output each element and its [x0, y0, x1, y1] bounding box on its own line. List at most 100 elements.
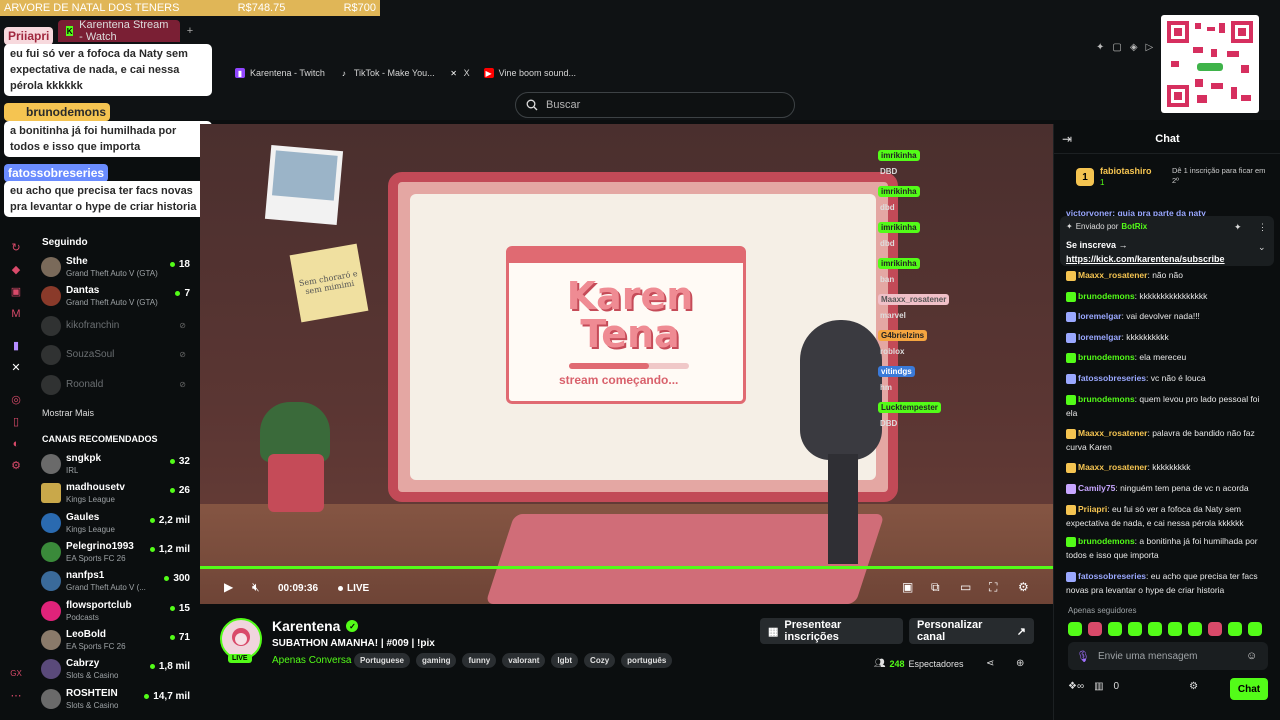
- emote-icon[interactable]: [1128, 622, 1142, 636]
- chat-send-button[interactable]: Chat: [1230, 678, 1268, 700]
- sidebar-item-gaules[interactable]: Gaules Kings League 2,2 mil: [40, 510, 192, 538]
- customize-channel-button[interactable]: Personalizar canal ↗: [909, 618, 1034, 644]
- chat-settings-icon[interactable]: ⚙: [1189, 681, 1198, 692]
- chat-username[interactable]: loremelgar: [1078, 332, 1121, 342]
- tag[interactable]: português: [621, 653, 673, 668]
- streamer-name[interactable]: Karentena ✓: [272, 618, 359, 634]
- chat-username[interactable]: Maaxx_rosatener: [1078, 462, 1147, 472]
- tag[interactable]: Cozy: [584, 653, 616, 668]
- search-input[interactable]: [546, 99, 776, 111]
- emote-icon[interactable]: [1248, 622, 1262, 636]
- miniplayer-icon[interactable]: ▣: [902, 580, 913, 594]
- emote-icon[interactable]: [1208, 622, 1222, 636]
- tab-karentena-stream[interactable]: K Karentena Stream - Watch: [58, 19, 180, 43]
- chat-username[interactable]: brunodemons: [1078, 352, 1135, 362]
- emoji-icon[interactable]: ☺: [1246, 650, 1257, 662]
- target-icon[interactable]: ◎: [10, 394, 22, 406]
- emote-icon[interactable]: [1228, 622, 1242, 636]
- microphone-icon[interactable]: 🎙︎: [1076, 650, 1090, 663]
- mute-icon[interactable]: 🔇︎: [252, 580, 260, 595]
- emote-icon[interactable]: [1188, 622, 1202, 636]
- cast-icon[interactable]: ▷: [1146, 42, 1154, 53]
- fullscreen-icon[interactable]: ⛶: [989, 580, 997, 595]
- viewer-count: 1,8 mil: [150, 661, 190, 672]
- sidebar-item-sthe[interactable]: Sthe Grand Theft Auto V (GTA) 18: [40, 254, 192, 282]
- sidebar-item-nanfps1[interactable]: nanfps1 Grand Theft Auto V (... 300: [40, 568, 192, 596]
- chat-username[interactable]: fatossobreseries: [1078, 373, 1146, 383]
- points-icon[interactable]: ❖∞: [1068, 681, 1084, 692]
- sidebar-item-kikofranchin[interactable]: kikofranchin ⊘: [40, 313, 192, 341]
- chat-username[interactable]: brunodemons: [1078, 536, 1135, 546]
- sidebar-item-madhousetv[interactable]: madhousetv Kings League 26: [40, 480, 192, 508]
- emote-icon[interactable]: [1148, 622, 1162, 636]
- new-tab-button[interactable]: +: [180, 20, 200, 42]
- twitch-icon[interactable]: ▮: [10, 340, 22, 352]
- video-player[interactable]: Sem choraró e sem mimimi Karen Tena stre…: [200, 124, 1053, 604]
- more-icon[interactable]: ⋯: [10, 690, 22, 702]
- chat-message-field[interactable]: [1097, 650, 1238, 662]
- theater-icon[interactable]: ▭: [960, 580, 971, 594]
- tag[interactable]: valorant: [502, 653, 546, 668]
- bookmark-tiktok[interactable]: ♪ TikTok - Make You...: [339, 64, 435, 82]
- history-icon[interactable]: ↻: [10, 242, 22, 254]
- clip-icon[interactable]: ⧉: [931, 580, 940, 595]
- sidebar-item-sngkpk[interactable]: sngkpk IRL 32: [40, 451, 192, 479]
- chat-input[interactable]: 🎙︎ ☺: [1068, 642, 1268, 670]
- sidebar-item-cabrzy[interactable]: Cabrzy Slots & Casino 1,8 mil: [40, 656, 192, 684]
- unpin-icon[interactable]: ✦: [1234, 222, 1242, 233]
- emote-icon[interactable]: [1068, 622, 1082, 636]
- x-icon[interactable]: ✕: [10, 362, 22, 374]
- bookmark-x[interactable]: ✕ X: [449, 64, 469, 82]
- sidebar-item-dantas[interactable]: Dantas Grand Theft Auto V (GTA) 7: [40, 283, 192, 311]
- search-bar[interactable]: [515, 92, 795, 118]
- stream-category[interactable]: Apenas Conversa: [272, 655, 352, 666]
- gift-leaderboard[interactable]: 1 fabiotashiro 1 Dê 1 inscrição para fic…: [1076, 162, 1276, 192]
- follow-icon[interactable]: ⊕: [1016, 658, 1024, 669]
- chat-bubble-icon[interactable]: ▣: [10, 286, 22, 298]
- pinned-link[interactable]: https://kick.com/karentena/subscribe: [1066, 254, 1225, 264]
- emote-icon[interactable]: [1108, 622, 1122, 636]
- discord-icon[interactable]: ◐: [10, 438, 22, 450]
- left-icon-rail: ↻ ◆ ▣ M ▮ ✕ ◎ ▯ ◐ ⚙ GX ⋯: [0, 228, 32, 720]
- sidebar-item-pelegrino1993[interactable]: Pelegrino1993 EA Sports FC 26 1,2 mil: [40, 539, 192, 567]
- mail-icon[interactable]: M: [10, 308, 22, 320]
- chat-username[interactable]: loremelgar: [1078, 311, 1121, 321]
- shield-icon[interactable]: ◈: [1130, 42, 1138, 53]
- chat-username[interactable]: fatossobreseries: [1078, 571, 1146, 581]
- tag[interactable]: lgbt: [551, 653, 579, 668]
- chat-username[interactable]: brunodemons: [1078, 291, 1135, 301]
- video-progress-bar[interactable]: [200, 566, 1053, 569]
- emote-icon[interactable]: [1088, 622, 1102, 636]
- show-more-link[interactable]: Mostrar Mais: [42, 408, 94, 418]
- tag[interactable]: Portuguese: [354, 653, 411, 668]
- chat-username[interactable]: Maaxx_rosatener: [1078, 428, 1147, 438]
- emote-icon[interactable]: [1168, 622, 1182, 636]
- sidebar-item-souzasoul[interactable]: SouzaSoul ⊘: [40, 342, 192, 370]
- share-icon[interactable]: ⋖: [986, 658, 994, 669]
- chat-username[interactable]: brunodemons: [1078, 394, 1135, 404]
- chevron-down-icon[interactable]: ⌄: [1258, 242, 1266, 253]
- phone-icon[interactable]: ▯: [10, 416, 22, 428]
- pin-icon[interactable]: ✦: [1096, 42, 1104, 53]
- gx-icon[interactable]: GX: [10, 668, 22, 680]
- chat-username[interactable]: Priiapri: [1078, 504, 1107, 514]
- tag[interactable]: gaming: [416, 653, 457, 668]
- bits-icon[interactable]: ▥: [1094, 681, 1103, 692]
- settings-icon[interactable]: ⚙: [1018, 580, 1029, 594]
- gift-subs-button[interactable]: ▦ Presentear inscrições: [760, 618, 903, 644]
- bookmark-twitch[interactable]: ▮ Karentena - Twitch: [235, 64, 325, 82]
- bookmark-youtube[interactable]: ▶ Vine boom sound...: [483, 64, 576, 82]
- sidebar-item-roonald[interactable]: Roonald ⊘: [40, 372, 192, 400]
- settings-icon[interactable]: ⚙: [10, 460, 22, 472]
- more-options-icon[interactable]: ⋮: [1258, 222, 1267, 233]
- box-icon[interactable]: ▢: [1112, 42, 1121, 53]
- sidebar-item-flowsportclub[interactable]: flowsportclub Podcasts 15: [40, 598, 192, 626]
- gift-icon[interactable]: ◆: [10, 264, 22, 276]
- chat-username[interactable]: Maaxx_rosatener: [1078, 270, 1147, 280]
- sidebar-item-leobold[interactable]: LeoBold EA Sports FC 26 71: [40, 627, 192, 655]
- tag[interactable]: funny: [462, 653, 497, 668]
- sidebar-item-roshtein[interactable]: ROSHTEIN Slots & Casino 14,7 mil: [40, 686, 192, 714]
- chat-username[interactable]: Camily75: [1078, 483, 1115, 493]
- pinned-message[interactable]: ✦ Enviado por BotRix ✦ ⋮ ⌄ Se inscreva →…: [1060, 216, 1274, 266]
- play-icon[interactable]: ▶: [224, 580, 233, 594]
